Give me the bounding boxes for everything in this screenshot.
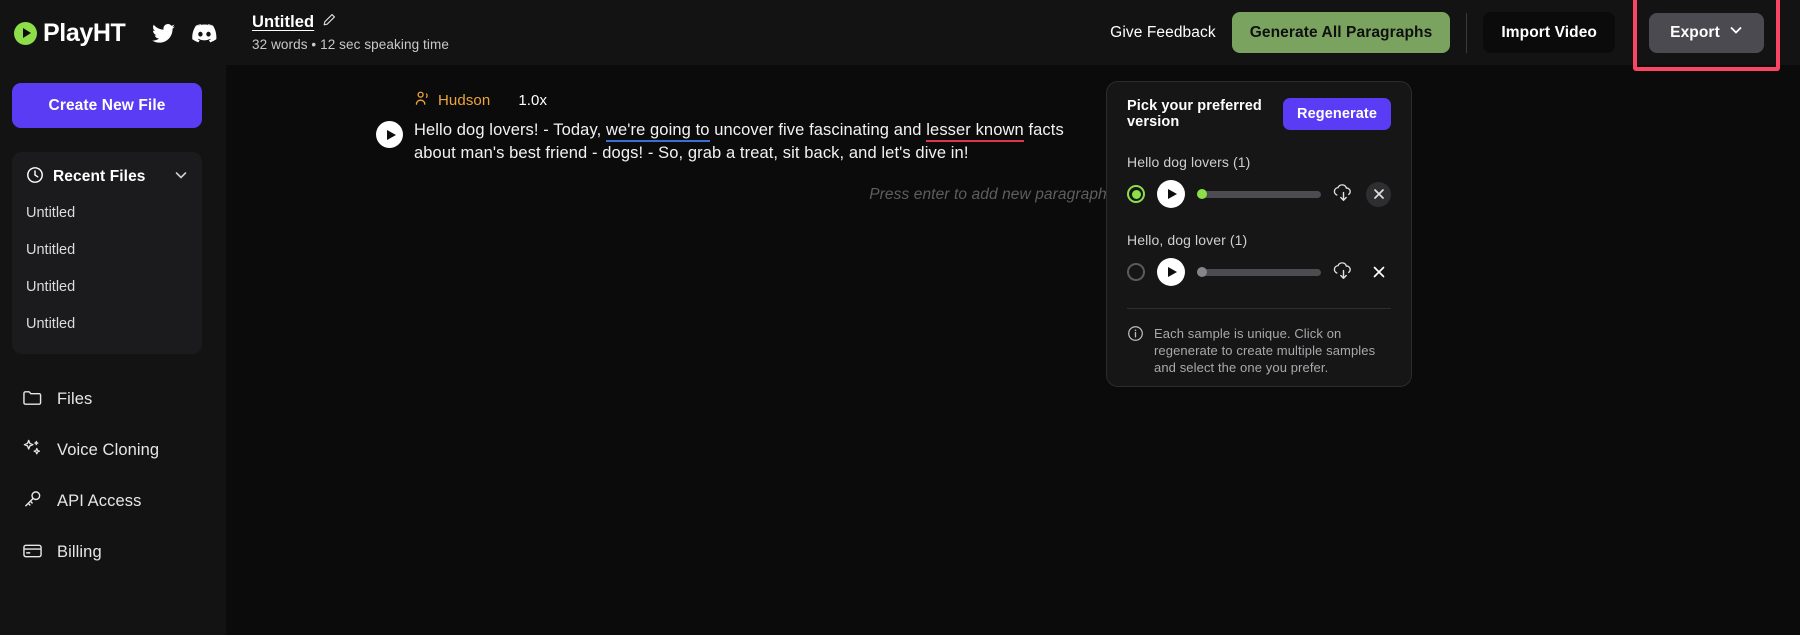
topbar: Untitled 32 words • 12 sec speaking time… — [226, 0, 1800, 71]
paragraph-segment-1: Hello dog lovers! - Today, — [414, 121, 606, 139]
sidebar-item-label: Files — [57, 390, 93, 408]
document-meta: 32 words • 12 sec speaking time — [252, 37, 449, 52]
give-feedback-link[interactable]: Give Feedback — [1110, 24, 1216, 42]
recent-files-title: Recent Files — [53, 168, 146, 185]
version-panel-header: Pick your preferred version Regenerate — [1127, 98, 1391, 130]
chevron-down-icon[interactable] — [174, 168, 188, 187]
paragraph-text[interactable]: Hello dog lovers! - Today, we're going t… — [414, 119, 1064, 165]
download-icon[interactable] — [1333, 183, 1354, 205]
toolbar-divider — [1466, 12, 1468, 53]
version-sample-label: Hello, dog lover (1) — [1127, 232, 1248, 248]
speaker-person-icon — [414, 90, 431, 111]
regenerate-button[interactable]: Regenerate — [1283, 98, 1391, 130]
paragraph-segment-red-underline[interactable]: lesser known — [926, 121, 1024, 142]
export-button-label: Export — [1670, 23, 1720, 41]
version-panel-title: Pick your preferred version — [1127, 98, 1262, 130]
clock-icon — [26, 166, 44, 189]
generate-all-paragraphs-button[interactable]: Generate All Paragraphs — [1231, 12, 1451, 53]
play-icon — [1168, 189, 1177, 199]
folder-icon — [22, 388, 43, 412]
sample-progress-slider[interactable] — [1197, 189, 1321, 199]
export-highlight-box: Export — [1633, 0, 1780, 71]
sidebar-item-label: Billing — [57, 543, 102, 561]
panel-divider — [1127, 308, 1391, 309]
voice-selector[interactable]: Hudson — [414, 90, 490, 111]
add-paragraph-hint: Press enter to add new paragraphs | × — [226, 185, 1800, 205]
remove-sample-button[interactable] — [1366, 181, 1391, 207]
sparkles-icon — [22, 438, 43, 464]
list-item[interactable]: Untitled — [12, 231, 202, 268]
brand-name: PlayHT — [43, 18, 126, 47]
paragraph-meta: Hudson 1.0x — [414, 89, 1076, 111]
chevron-down-icon — [1729, 23, 1743, 42]
editor-canvas: Hudson 1.0x Hello dog lovers! - Today, w… — [226, 65, 1800, 635]
play-icon — [1168, 267, 1177, 277]
version-panel-note: Each sample is unique. Click on regenera… — [1127, 325, 1391, 376]
app-root: PlayHT Create New File Recent Files Unti… — [0, 0, 1800, 635]
remove-sample-button[interactable] — [1366, 260, 1391, 285]
create-new-file-button[interactable]: Create New File — [12, 83, 202, 128]
main-area: Untitled 32 words • 12 sec speaking time… — [226, 0, 1800, 635]
add-paragraph-hint-text: Press enter to add new paragraphs — [869, 186, 1115, 203]
paragraph-block: Hudson 1.0x Hello dog lovers! - Today, w… — [376, 89, 1076, 165]
list-item[interactable]: Untitled — [12, 268, 202, 305]
voice-name: Hudson — [438, 91, 491, 109]
playback-speed[interactable]: 1.0x — [518, 92, 547, 109]
version-radio-selected[interactable] — [1127, 185, 1145, 203]
export-button[interactable]: Export — [1649, 12, 1764, 53]
play-icon — [386, 129, 396, 140]
download-icon[interactable] — [1333, 261, 1354, 283]
paragraph-segment-blue-underline[interactable]: we're going to — [605, 121, 710, 142]
version-sample-controls — [1127, 180, 1391, 208]
sidebar-nav: Files Voice Cloning API Access Billing — [0, 374, 226, 578]
version-sample-2: Hello, dog lover (1) — [1127, 232, 1391, 286]
sidebar-item-voice-cloning[interactable]: Voice Cloning — [0, 425, 226, 476]
key-icon — [22, 489, 43, 515]
sample-progress-slider[interactable] — [1197, 267, 1321, 277]
version-sample-label: Hello dog lovers (1) — [1127, 154, 1251, 170]
discord-icon[interactable] — [192, 23, 217, 43]
paragraph-row: Hello dog lovers! - Today, we're going t… — [376, 119, 1076, 165]
brand-row: PlayHT — [0, 0, 226, 66]
version-sample-controls — [1127, 258, 1391, 286]
sidebar-item-label: Voice Cloning — [57, 441, 160, 459]
recent-files-header[interactable]: Recent Files — [12, 160, 202, 194]
twitter-icon[interactable] — [152, 23, 176, 43]
recent-files-panel: Recent Files Untitled Untitled Untitled … — [12, 152, 202, 354]
sidebar-item-api-access[interactable]: API Access — [0, 476, 226, 527]
document-info: Untitled 32 words • 12 sec speaking time — [252, 13, 449, 52]
sidebar-item-billing[interactable]: Billing — [0, 527, 226, 578]
version-panel-note-text: Each sample is unique. Click on regenera… — [1154, 326, 1376, 375]
play-circle-logo-icon — [14, 21, 37, 45]
sidebar-item-label: API Access — [57, 492, 142, 510]
list-item[interactable]: Untitled — [12, 305, 202, 342]
paragraph-play-button[interactable] — [376, 121, 403, 148]
sample-play-button[interactable] — [1157, 258, 1185, 286]
sidebar-item-files[interactable]: Files — [0, 374, 226, 425]
document-title-row: Untitled — [252, 13, 449, 32]
import-video-button[interactable]: Import Video — [1483, 12, 1615, 53]
slider-knob[interactable] — [1197, 267, 1207, 277]
slider-knob[interactable] — [1197, 189, 1207, 199]
page-title[interactable]: Untitled — [252, 13, 314, 32]
info-icon — [1127, 325, 1144, 376]
sample-play-button[interactable] — [1157, 180, 1185, 208]
list-item[interactable]: Untitled — [12, 194, 202, 231]
version-radio-unselected[interactable] — [1127, 263, 1145, 281]
social-links — [152, 23, 217, 43]
version-picker-panel: Pick your preferred version Regenerate H… — [1106, 81, 1412, 387]
credit-card-icon — [22, 541, 43, 565]
topbar-actions: Give Feedback Generate All Paragraphs Im… — [1110, 0, 1800, 71]
pencil-edit-icon[interactable] — [322, 13, 336, 32]
version-sample-1: Hello dog lovers (1) — [1127, 154, 1391, 208]
sidebar: PlayHT Create New File Recent Files Unti… — [0, 0, 226, 635]
paragraph-segment-3: uncover five fascinating and — [709, 121, 927, 139]
